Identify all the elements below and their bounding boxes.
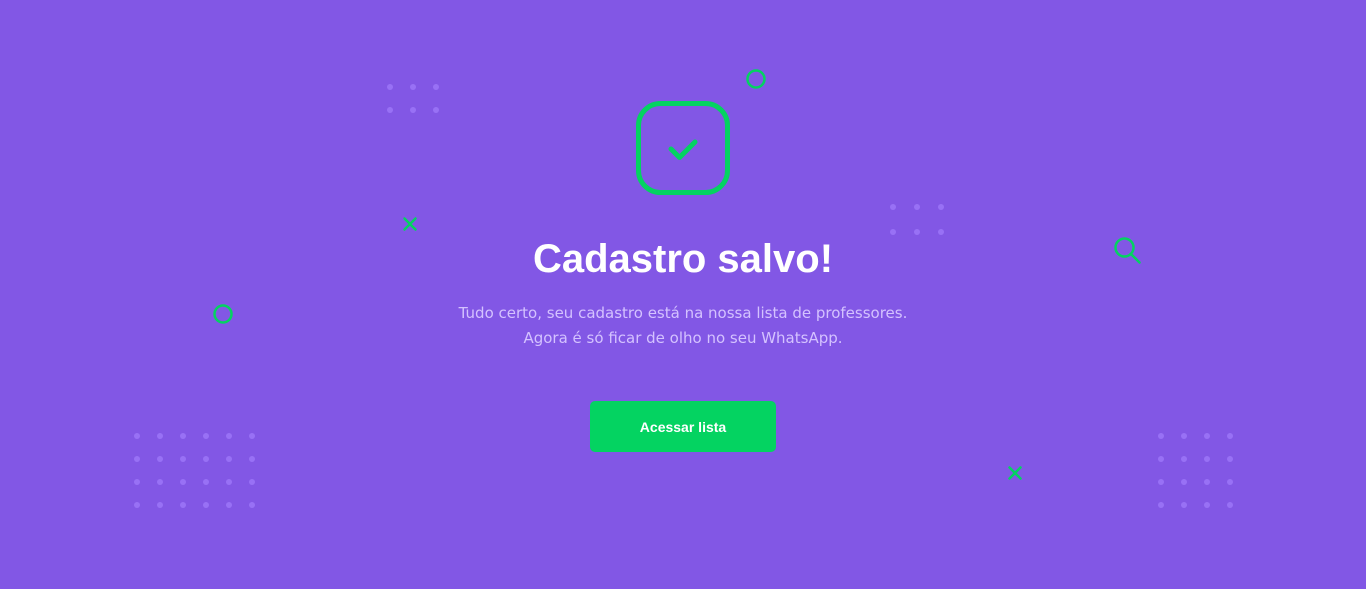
page-title: Cadastro salvo!	[532, 237, 834, 281]
dot-grid-bottom-left	[134, 433, 255, 508]
success-description: Tudo certo, seu cadastro está na nossa l…	[0, 301, 1366, 351]
dot-grid-top-left	[387, 84, 439, 113]
access-list-button[interactable]: Acessar lista	[590, 401, 776, 452]
check-icon	[636, 101, 730, 195]
dot-grid-bottom-right	[1158, 433, 1233, 508]
dot-grid-center-right	[890, 204, 944, 235]
circle-icon	[746, 69, 766, 89]
close-icon	[1008, 466, 1022, 480]
description-line-1: Tudo certo, seu cadastro está na nossa l…	[458, 304, 908, 322]
description-line-2: Agora é só ficar de olho no seu WhatsApp…	[523, 329, 843, 347]
close-icon	[403, 217, 417, 231]
